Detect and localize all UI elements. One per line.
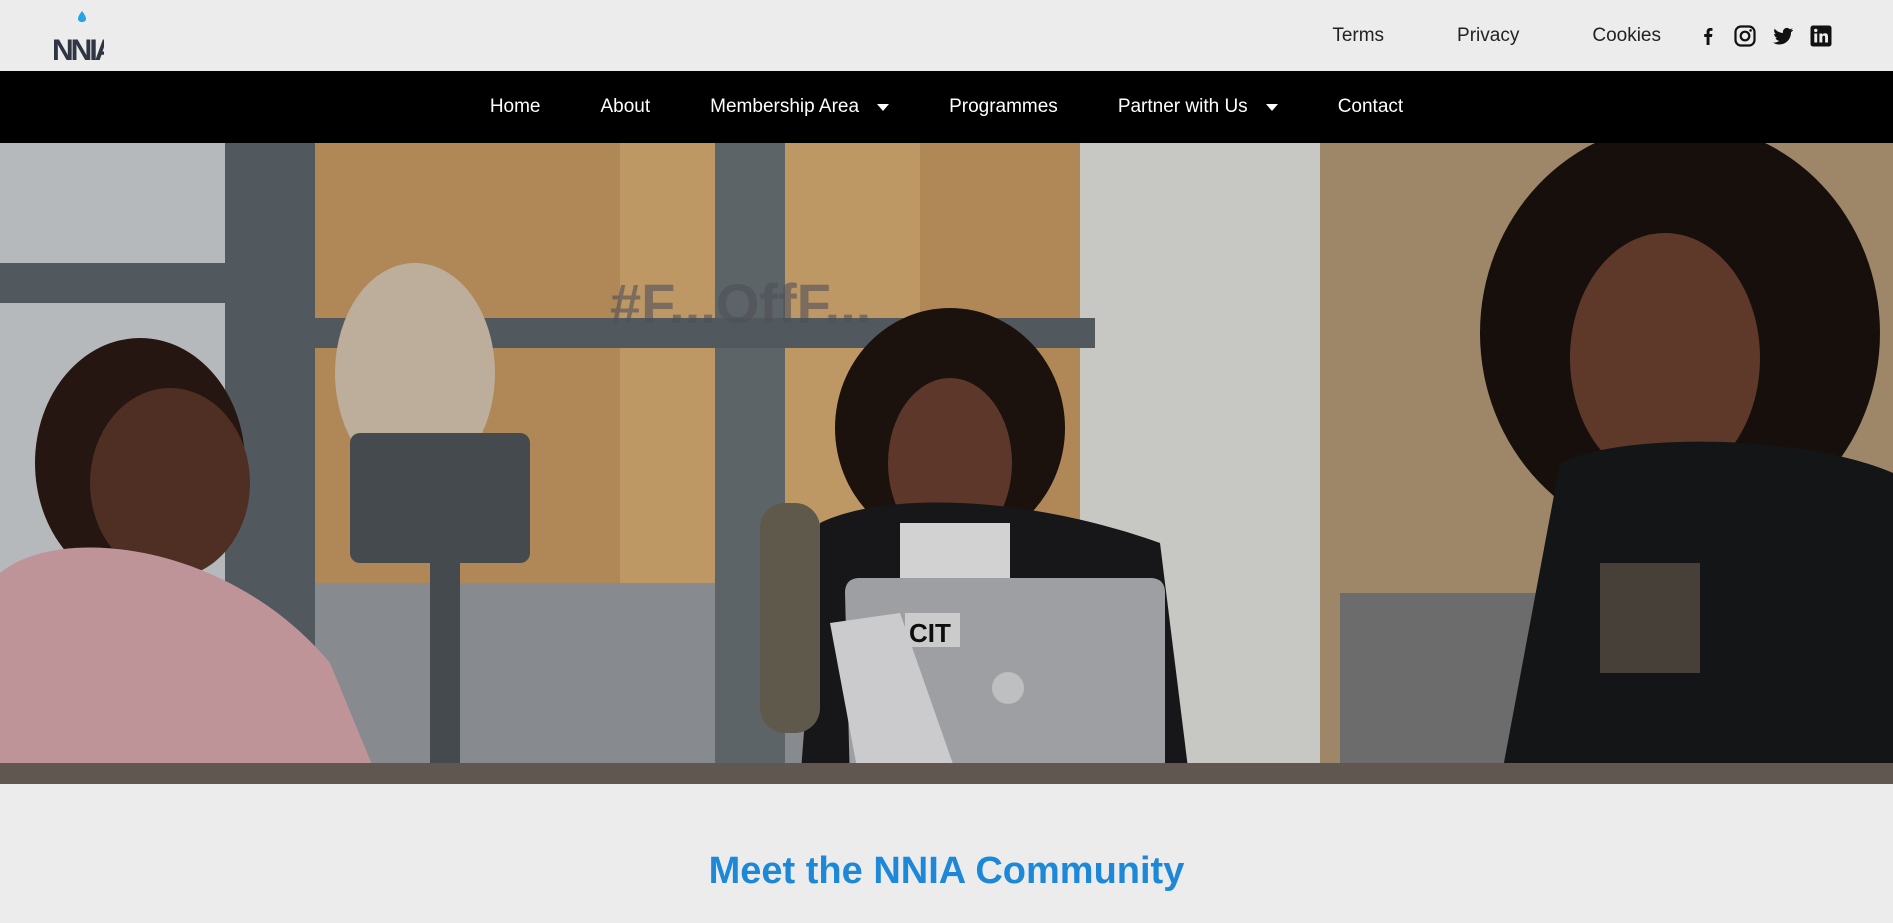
top-bar: NNIA Terms Privacy Cookies (0, 0, 1893, 71)
section-title: Meet the NNIA Community (708, 850, 1185, 892)
logo-wordmark: NNIA (52, 34, 104, 62)
hero-image: #F...OffF... CIT (0, 143, 1893, 784)
privacy-link[interactable]: Privacy (1457, 25, 1519, 47)
caret-down-icon[interactable] (877, 103, 890, 111)
community-section: Meet the NNIA Community (0, 784, 1893, 923)
cookies-link[interactable]: Cookies (1592, 25, 1661, 47)
facebook-icon[interactable] (1697, 25, 1719, 47)
main-nav: Home About Membership Area Programmes Pa… (0, 71, 1893, 143)
social-links (1697, 24, 1833, 48)
nav-item-partner-with-us[interactable]: Partner with Us (1118, 96, 1278, 118)
caret-down-icon[interactable] (1265, 103, 1278, 111)
nav-item-programmes[interactable]: Programmes (949, 96, 1058, 118)
nav-item-about[interactable]: About (601, 96, 651, 118)
nav-label: Contact (1337, 96, 1404, 117)
linkedin-icon[interactable] (1809, 24, 1833, 48)
nav-label: Partner with Us (1117, 96, 1248, 117)
nav-label: Programmes (949, 96, 1058, 117)
hero-photo: #F...OffF... CIT (0, 143, 1893, 784)
nav-item-contact[interactable]: Contact (1338, 96, 1403, 118)
instagram-icon[interactable] (1733, 24, 1757, 48)
nav-item-membership-area[interactable]: Membership Area (710, 96, 890, 118)
twitter-icon[interactable] (1771, 24, 1795, 48)
nav-label: About (600, 96, 651, 117)
nav-item-home[interactable]: Home (490, 96, 541, 118)
terms-link[interactable]: Terms (1332, 25, 1384, 47)
nnia-logo[interactable]: NNIA (52, 10, 119, 67)
nav-label: Home (489, 96, 541, 117)
nav-label: Membership Area (710, 96, 860, 117)
utility-links: Terms Privacy Cookies (1332, 0, 1833, 71)
